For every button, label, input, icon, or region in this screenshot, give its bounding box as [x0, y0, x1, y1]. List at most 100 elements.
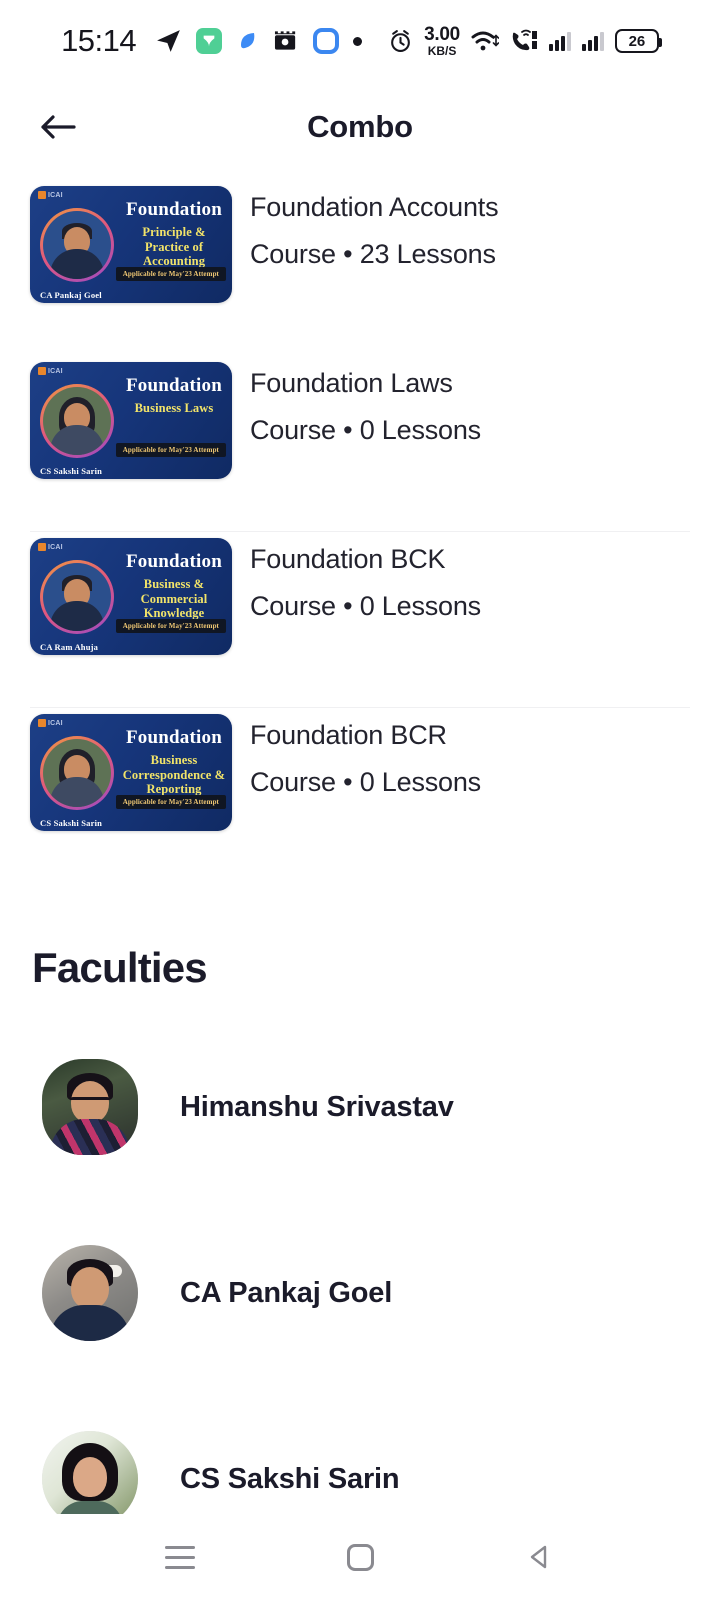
thumb-faculty-name: CA Pankaj Goel: [40, 290, 102, 300]
faculty-name: CA Pankaj Goel: [180, 1276, 393, 1309]
faculty-avatar: [42, 1431, 138, 1514]
square-home-icon: [346, 1543, 374, 1571]
status-bar-app-icons: [156, 28, 363, 54]
thumb-subtitle: Business Correspondence & Reporting: [122, 752, 226, 797]
thumb-main-title: Foundation: [126, 727, 222, 748]
brand-chip: ICAI: [38, 367, 63, 375]
faculty-name: CS Sakshi Sarin: [180, 1462, 400, 1495]
course-title: Foundation Laws: [250, 368, 453, 398]
network-speed-unit: KB/S: [427, 44, 457, 58]
alarm-icon: [391, 30, 411, 52]
app-bar: Combo: [0, 82, 720, 172]
brand-square-icon: [38, 543, 46, 551]
faculty-row[interactable]: CA Pankaj Goel: [0, 1200, 720, 1386]
course-row[interactable]: ICAI Foundation Principle & Practice of …: [0, 180, 720, 356]
thumb-subtitle: Business Laws: [134, 400, 214, 415]
course-subtitle: Course • 23 Lessons: [250, 239, 496, 270]
recents-button[interactable]: [150, 1527, 210, 1587]
course-title: Foundation BCR: [250, 720, 447, 750]
brand-label: ICAI: [48, 367, 63, 375]
brand-square-icon: [38, 367, 46, 375]
course-thumbnail: ICAI Foundation Business Laws Applicable…: [30, 362, 232, 479]
course-thumbnail: ICAI Foundation Principle & Practice of …: [30, 186, 232, 303]
thumb-badge: Applicable for May'23 Attempt: [115, 795, 226, 809]
app-screen: 15:14 3.00 KB/S 26 Combo ICAI Foundation…: [0, 0, 720, 1600]
faculty-row[interactable]: Himanshu Srivastav: [0, 1014, 720, 1200]
faculty-name: Himanshu Srivastav: [180, 1090, 454, 1123]
signal-sim1-icon: [548, 31, 571, 51]
brand-square-icon: [38, 719, 46, 727]
status-time: 15:14: [61, 23, 137, 58]
blue-app-icon: [241, 33, 255, 49]
hamburger-icon: [165, 1545, 195, 1569]
system-navigation-bar: [0, 1514, 720, 1600]
brand-chip: ICAI: [38, 543, 63, 551]
brand-chip: ICAI: [38, 719, 63, 727]
thumb-text: Foundation Principle & Practice of Accou…: [122, 200, 226, 269]
page-title: Combo: [307, 109, 413, 144]
course-title: Foundation Accounts: [250, 192, 499, 222]
status-bar-system-icons: 3.00 KB/S 26: [388, 25, 662, 57]
course-subtitle: Course • 0 Lessons: [250, 591, 481, 622]
brand-label: ICAI: [48, 719, 63, 727]
faculties-heading: Faculties: [32, 944, 208, 991]
thumb-main-title: Foundation: [126, 375, 222, 396]
thumb-text: Foundation Business Correspondence & Rep…: [122, 728, 226, 797]
faculty-avatar: [42, 1059, 138, 1155]
vowifi-icon: [512, 29, 537, 51]
status-bar: 15:14 3.00 KB/S 26: [0, 0, 720, 82]
thumb-badge: Applicable for May'23 Attempt: [115, 443, 226, 457]
brand-label: ICAI: [48, 191, 63, 199]
arrow-left-icon: [41, 115, 76, 139]
course-meta: Foundation Accounts Course • 23 Lessons: [232, 186, 499, 272]
course-title: Foundation BCK: [250, 544, 446, 574]
system-back-button[interactable]: [510, 1527, 570, 1587]
dot-indicator-icon: [353, 36, 363, 46]
thumb-badge: Applicable for May'23 Attempt: [115, 267, 226, 281]
faculty-row[interactable]: CS Sakshi Sarin: [0, 1386, 720, 1514]
course-row[interactable]: ICAI Foundation Business Laws Applicable…: [0, 356, 720, 532]
back-button[interactable]: [34, 103, 82, 151]
thumb-faculty-name: CS Sakshi Sarin: [40, 818, 103, 828]
thumb-faculty-name: CA Ram Ahuja: [40, 642, 99, 652]
course-list: ICAI Foundation Principle & Practice of …: [0, 172, 720, 884]
battery-level: 26: [628, 32, 646, 50]
dark-app-icon: [275, 31, 296, 50]
thumb-faculty-avatar: [40, 560, 114, 634]
network-speed: 3.00 KB/S: [424, 25, 460, 57]
thumb-badge: Applicable for May'23 Attempt: [115, 619, 226, 633]
thumb-faculty-name: CS Sakshi Sarin: [40, 466, 103, 476]
thumb-faculty-avatar: [40, 384, 114, 458]
faculty-list: Himanshu Srivastav CA Pankaj Goel CS Sak…: [0, 992, 720, 1514]
outline-app-icon: [313, 28, 340, 54]
course-row[interactable]: ICAI Foundation Business & Commercial Kn…: [0, 532, 720, 708]
network-speed-value: 3.00: [424, 24, 460, 45]
course-meta: Foundation Laws Course • 0 Lessons: [232, 362, 481, 448]
course-meta: Foundation BCR Course • 0 Lessons: [232, 714, 481, 800]
course-row[interactable]: ICAI Foundation Business Correspondence …: [0, 708, 720, 884]
thumb-faculty-avatar: [40, 208, 114, 282]
thumb-subtitle: Principle & Practice of Accounting: [142, 224, 206, 269]
faculty-avatar: [42, 1245, 138, 1341]
course-subtitle: Course • 0 Lessons: [250, 767, 481, 798]
home-button[interactable]: [330, 1527, 390, 1587]
brand-chip: ICAI: [38, 191, 63, 199]
thumb-main-title: Foundation: [126, 551, 222, 572]
course-thumbnail: ICAI Foundation Business Correspondence …: [30, 714, 232, 831]
thumb-text: Foundation Business Laws: [122, 376, 226, 416]
course-subtitle: Course • 0 Lessons: [250, 415, 481, 446]
green-app-icon: [196, 28, 223, 54]
course-thumbnail: ICAI Foundation Business & Commercial Kn…: [30, 538, 232, 655]
triangle-back-icon: [530, 1545, 547, 1569]
thumb-faculty-avatar: [40, 736, 114, 810]
row-divider: [30, 883, 690, 884]
brand-square-icon: [38, 191, 46, 199]
thumb-text: Foundation Business & Commercial Knowled…: [122, 552, 226, 621]
brand-label: ICAI: [48, 543, 63, 551]
scroll-content[interactable]: ICAI Foundation Principle & Practice of …: [0, 172, 720, 1514]
wifi-icon: [471, 31, 499, 51]
course-meta: Foundation BCK Course • 0 Lessons: [232, 538, 481, 624]
battery-icon: 26: [614, 29, 662, 53]
thumb-subtitle: Business & Commercial Knowledge: [140, 576, 208, 621]
telegram-icon: [157, 30, 180, 52]
